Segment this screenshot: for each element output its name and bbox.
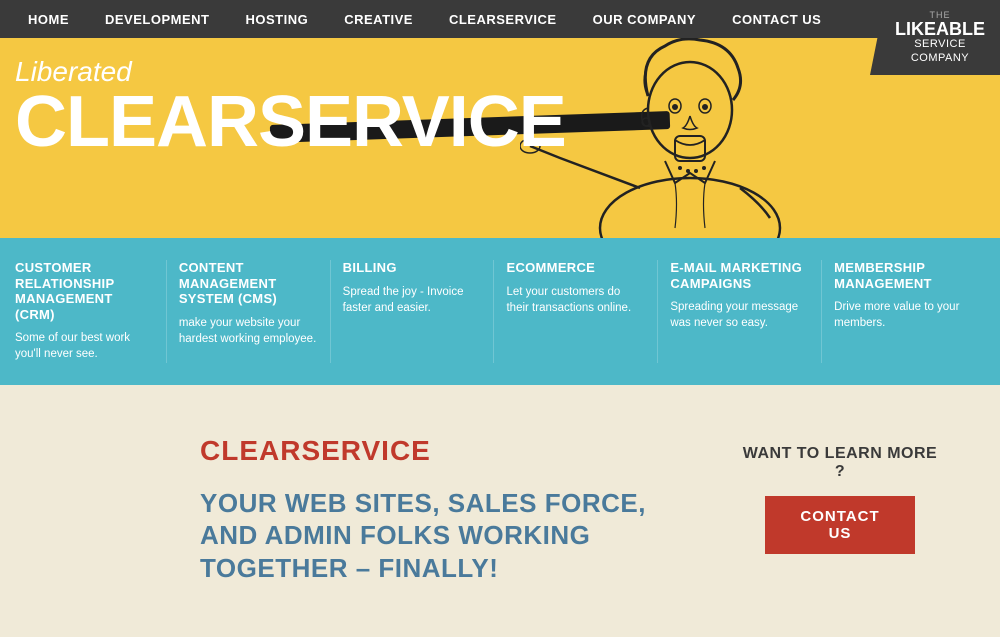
brand-corner: THE LIKEABLE SERVICECOMPANY [870,0,1000,75]
contact-us-button[interactable]: CONTACT US [765,496,915,554]
hero-text: Liberated CLEARSERVICE [15,56,566,156]
feature-membership: MEMBERSHIP MANAGEMENT Drive more value t… [834,260,985,363]
feature-ecommerce-title: ECOMMERCE [506,260,645,276]
nav-contact-us[interactable]: CONTACT US [714,12,839,27]
want-to-learn-label: WANT TO LEARN MORE ? [740,445,940,481]
hero-clearservice: CLEARSERVICE [15,88,566,156]
main-tagline: YOUR WEB SITES, SALES FORCE, AND ADMIN F… [200,487,700,585]
feature-crm-title: CUSTOMER RELATIONSHIP MANAGEMENT (CRM) [15,260,154,322]
brand-service-company: SERVICECOMPANY [911,38,969,64]
nav-development[interactable]: DEVELOPMENT [87,12,227,27]
feature-cms-desc: make your website your hardest working e… [179,315,318,347]
nav-our-company[interactable]: OUR COMPANY [575,12,714,27]
feature-membership-title: MEMBERSHIP MANAGEMENT [834,260,973,291]
nav-clearservice[interactable]: CLEARSERVICE [431,12,575,27]
feature-email: E-MAIL MARKETING CAMPAIGNS Spreading you… [670,260,822,363]
feature-billing-desc: Spread the joy - Invoice faster and easi… [343,284,482,316]
feature-billing-title: BILLING [343,260,482,276]
main-nav: HOME DEVELOPMENT HOSTING CREATIVE CLEARS… [0,0,1000,38]
main-right: WANT TO LEARN MORE ? CONTACT US [740,435,940,554]
feature-billing: BILLING Spread the joy - Invoice faster … [343,260,495,363]
main-content: CLEARSERVICE YOUR WEB SITES, SALES FORCE… [0,385,1000,635]
feature-ecommerce: ECOMMERCE Let your customers do their tr… [506,260,658,363]
feature-cms: CONTENT MANAGEMENT SYSTEM (CMS) make you… [179,260,331,363]
nav-creative[interactable]: CREATIVE [326,12,431,27]
hero-section: Liberated CLEARSERVICE [0,38,1000,238]
main-left: CLEARSERVICE YOUR WEB SITES, SALES FORCE… [200,435,700,585]
features-bar: CUSTOMER RELATIONSHIP MANAGEMENT (CRM) S… [0,238,1000,385]
feature-ecommerce-desc: Let your customers do their transactions… [506,284,645,316]
brand-likeable: LIKEABLE [895,20,985,38]
feature-email-desc: Spreading your message was never so easy… [670,299,809,331]
hero-person-illustration [520,38,860,238]
feature-cms-title: CONTENT MANAGEMENT SYSTEM (CMS) [179,260,318,307]
nav-home[interactable]: HOME [10,12,87,27]
feature-membership-desc: Drive more value to your members. [834,299,973,331]
feature-email-title: E-MAIL MARKETING CAMPAIGNS [670,260,809,291]
nav-hosting[interactable]: HOSTING [227,12,326,27]
feature-crm: CUSTOMER RELATIONSHIP MANAGEMENT (CRM) S… [15,260,167,363]
main-clearservice-title: CLEARSERVICE [200,435,700,467]
feature-crm-desc: Some of our best work you'll never see. [15,330,154,362]
